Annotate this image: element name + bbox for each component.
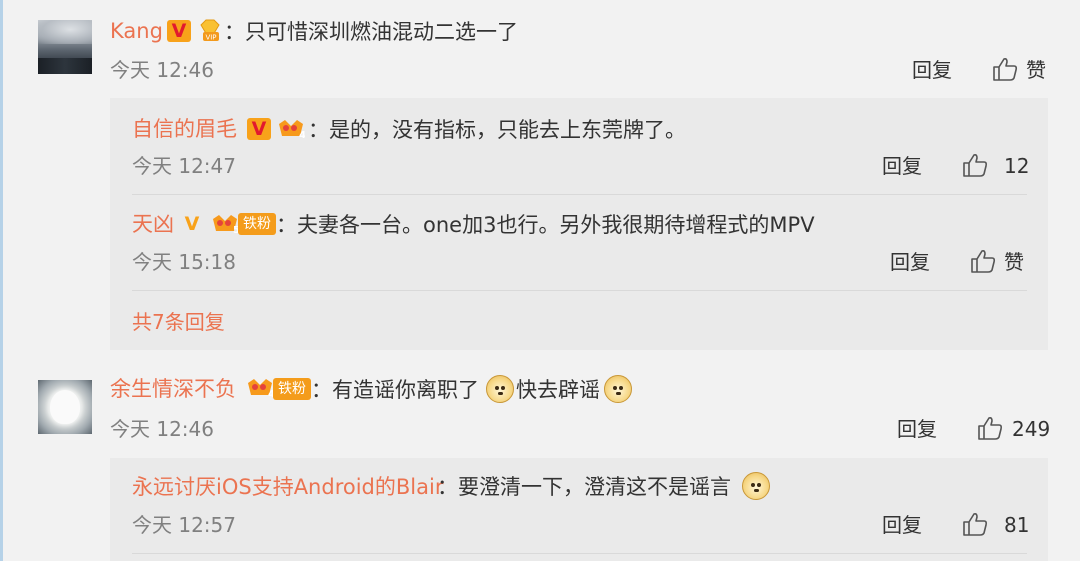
doge-emoji-icon xyxy=(742,472,770,500)
fan-crown-icon: 5 xyxy=(213,215,239,235)
like-count[interactable]: 赞 xyxy=(1004,250,1024,274)
thumbs-up-icon[interactable] xyxy=(992,57,1018,81)
divider xyxy=(132,290,1027,291)
divider xyxy=(132,553,1027,554)
divider xyxy=(132,194,1027,195)
more-replies-link[interactable]: 共7条回复 xyxy=(132,310,225,334)
reply-text: ：要澄清一下，澄清这不是谣言 xyxy=(437,475,731,499)
comment-time: 今天 12:46 xyxy=(110,417,214,441)
vip-label: VIP xyxy=(205,34,216,42)
reply-button[interactable]: 回复 xyxy=(912,58,952,82)
fan-badge: 铁粉 xyxy=(238,213,276,235)
thumbs-up-icon[interactable] xyxy=(977,416,1003,440)
thumbs-up-icon[interactable] xyxy=(962,512,988,536)
username-kang[interactable]: Kang xyxy=(110,18,163,44)
reply-text: ：夫妻各一台。one加3也行。另外我很期待增程式的MPV xyxy=(276,213,815,237)
like-count[interactable]: 12 xyxy=(1004,154,1029,178)
reply-text: ：是的，没有指标，只能去上东莞牌了。 xyxy=(308,118,686,142)
like-count[interactable]: 249 xyxy=(1012,417,1050,441)
reply-username[interactable]: 永远讨厌iOS支持Android的Blair xyxy=(132,474,443,500)
fan-badge: 铁粉 xyxy=(273,378,311,400)
reply-button[interactable]: 回复 xyxy=(882,154,922,178)
thumbs-up-icon[interactable] xyxy=(970,249,996,273)
verified-v-badge: V xyxy=(184,213,200,235)
crown-level: 4 xyxy=(299,130,305,140)
comment-time: 今天 12:46 xyxy=(110,58,214,82)
like-count[interactable]: 赞 xyxy=(1026,58,1046,82)
reply-username[interactable]: 天凶 xyxy=(132,211,174,237)
reply-time: 今天 15:18 xyxy=(132,250,236,274)
comment-text-cont: 快去辟谣 xyxy=(516,378,600,402)
reply-button[interactable]: 回复 xyxy=(882,513,922,537)
thumbs-up-icon[interactable] xyxy=(962,153,988,177)
comment-text: ：只可惜深圳燃油混动二选一了 xyxy=(224,20,518,44)
verified-v-badge: V xyxy=(167,20,191,42)
reply-button[interactable]: 回复 xyxy=(890,250,930,274)
like-count[interactable]: 81 xyxy=(1004,513,1029,537)
reply-time: 今天 12:47 xyxy=(132,154,236,178)
reply-button[interactable]: 回复 xyxy=(897,417,937,441)
doge-emoji-icon xyxy=(604,375,632,403)
reply-username[interactable]: 自信的眉毛 xyxy=(132,116,237,142)
fan-crown-icon: 4 xyxy=(279,120,305,140)
fan-crown-icon: 4 xyxy=(248,379,274,399)
avatar-yusheng[interactable] xyxy=(38,380,92,434)
comment-text: ：有造谣你离职了 xyxy=(311,378,479,402)
doge-emoji-icon xyxy=(486,375,514,403)
vip-diamond-icon: VIP xyxy=(200,19,220,42)
username-yusheng[interactable]: 余生情深不负 xyxy=(110,376,236,402)
verified-v-badge: V xyxy=(247,118,271,140)
avatar-kang[interactable] xyxy=(38,20,92,74)
reply-time: 今天 12:57 xyxy=(132,513,236,537)
left-border xyxy=(0,0,3,561)
